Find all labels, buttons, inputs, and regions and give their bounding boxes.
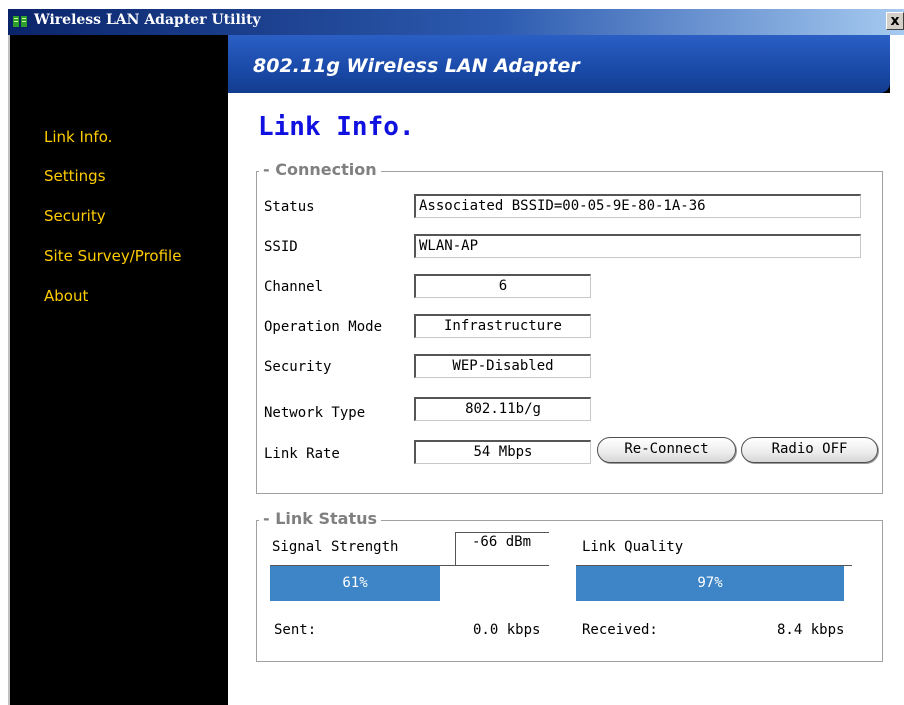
link-rate-label: Link Rate <box>264 446 340 462</box>
close-icon: x <box>890 13 900 29</box>
signal-strength-percent: 61% <box>342 575 368 591</box>
sent-label: Sent: <box>274 622 317 638</box>
security-field: WEP-Disabled <box>414 354 591 378</box>
reconnect-button[interactable]: Re-Connect <box>597 437 736 463</box>
received-label: Received: <box>582 622 658 638</box>
sidebar-item-site-survey[interactable]: Site Survey/Profile <box>44 247 181 265</box>
sent-value: 0.0 kbps <box>473 622 541 638</box>
channel-label: Channel <box>264 279 324 295</box>
sidebar-item-about[interactable]: About <box>44 287 88 305</box>
link-status-legend-text: Link Status <box>275 509 378 528</box>
radio-off-button[interactable]: Radio OFF <box>741 437 878 463</box>
network-type-label: Network Type <box>264 405 366 421</box>
sidebar-item-settings[interactable]: Settings <box>44 167 106 185</box>
signal-strength-bar: 61% <box>270 565 549 601</box>
sidebar-item-security[interactable]: Security <box>44 207 106 225</box>
sidebar-item-link-info[interactable]: Link Info. <box>44 128 112 146</box>
status-field: Associated BSSID=00-05-9E-80-1A-36 <box>414 194 861 218</box>
operation-mode-field: Infrastructure <box>414 314 591 338</box>
channel-field: 6 <box>414 274 591 298</box>
connection-legend: - Connection <box>259 160 381 179</box>
link-quality-label: Link Quality <box>582 539 684 555</box>
link-rate-field: 54 Mbps <box>414 440 591 464</box>
window-title: Wireless LAN Adapter Utility <box>34 12 261 28</box>
ssid-field: WLAN-AP <box>414 234 861 258</box>
page-title: Link Info. <box>258 112 415 142</box>
title-bar[interactable]: Wireless LAN Adapter Utility x <box>8 9 904 35</box>
ssid-label: SSID <box>264 239 298 255</box>
connection-legend-text: Connection <box>275 160 377 179</box>
security-label: Security <box>264 359 332 375</box>
link-quality-percent: 97% <box>697 575 723 591</box>
adapter-name: 802.11g Wireless LAN Adapter <box>253 55 580 77</box>
close-button[interactable]: x <box>886 12 904 30</box>
app-icon <box>12 14 28 29</box>
operation-mode-label: Operation Mode <box>264 319 383 335</box>
link-quality-bar: 97% <box>576 565 852 601</box>
status-label: Status <box>264 199 315 215</box>
sidebar <box>10 35 228 705</box>
network-type-field: 802.11b/g <box>414 397 591 421</box>
signal-strength-label: Signal Strength <box>272 539 399 555</box>
received-value: 8.4 kbps <box>777 622 845 638</box>
signal-dbm-box: -66 dBm <box>455 532 549 566</box>
signal-dbm-value: -66 dBm <box>472 534 532 550</box>
link-status-legend: - Link Status <box>259 509 382 528</box>
utility-window: Wireless LAN Adapter Utility x 802.11g W… <box>0 0 904 705</box>
